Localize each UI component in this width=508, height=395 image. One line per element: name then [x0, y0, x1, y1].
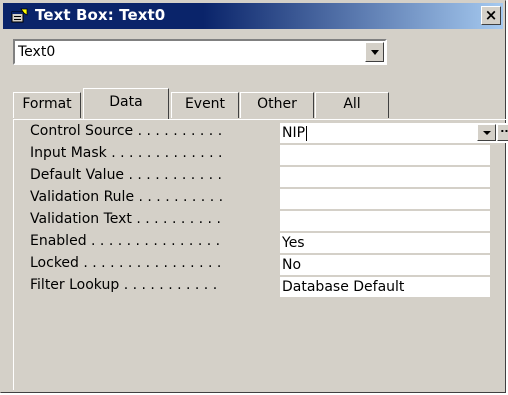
object-selector-dropdown-button[interactable] — [365, 42, 384, 62]
close-button[interactable]: × — [481, 6, 501, 25]
title-bar[interactable]: Text Box: Text0 × — [3, 3, 503, 29]
tab-format[interactable]: Format — [13, 92, 81, 118]
object-selector-combo[interactable]: Text0 — [13, 39, 387, 65]
locked-field[interactable]: No — [280, 255, 490, 275]
property-label: Input Mask . . . . . . . . . . . . . — [30, 145, 223, 161]
tab-all[interactable]: All — [315, 92, 389, 118]
control-source-dropdown-button[interactable] — [477, 124, 496, 141]
ellipsis-icon: ... — [500, 122, 508, 135]
text-caret — [306, 125, 308, 141]
property-label: Locked . . . . . . . . . . . . . . . . — [30, 255, 222, 271]
chevron-down-icon — [371, 50, 379, 55]
control-source-field[interactable]: NIP ... — [280, 123, 508, 143]
property-label: Enabled . . . . . . . . . . . . . . . — [30, 233, 221, 249]
property-label: Default Value . . . . . . . . . . . — [30, 167, 222, 183]
property-label: Filter Lookup . . . . . . . . . . . — [30, 277, 218, 293]
tab-data[interactable]: Data — [83, 88, 169, 119]
enabled-field[interactable]: Yes — [280, 233, 490, 253]
tab-panel-data: Control Source . . . . . . . . . . NIP .… — [13, 119, 508, 390]
property-sheet-window: Text Box: Text0 × Text0 Format Data Even… — [0, 0, 508, 393]
validation-text-field[interactable] — [280, 211, 490, 231]
builder-button[interactable]: ... — [497, 122, 508, 141]
object-selector-value: Text0 — [18, 44, 56, 60]
input-mask-field[interactable] — [280, 145, 490, 165]
tab-other[interactable]: Other — [240, 92, 314, 118]
tab-event[interactable]: Event — [171, 92, 239, 118]
property-label: Validation Rule . . . . . . . . . . — [30, 189, 224, 205]
window-title: Text Box: Text0 — [35, 6, 166, 24]
validation-rule-field[interactable] — [280, 189, 490, 209]
default-value-field[interactable] — [280, 167, 490, 187]
close-icon: × — [484, 6, 498, 24]
property-label: Control Source . . . . . . . . . . — [30, 123, 223, 139]
property-value: NIP — [282, 125, 306, 141]
property-label: Validation Text . . . . . . . . . . — [30, 211, 221, 227]
filter-lookup-field[interactable]: Database Default — [280, 277, 490, 297]
chevron-down-icon — [483, 131, 491, 135]
properties-window-icon — [11, 8, 28, 23]
